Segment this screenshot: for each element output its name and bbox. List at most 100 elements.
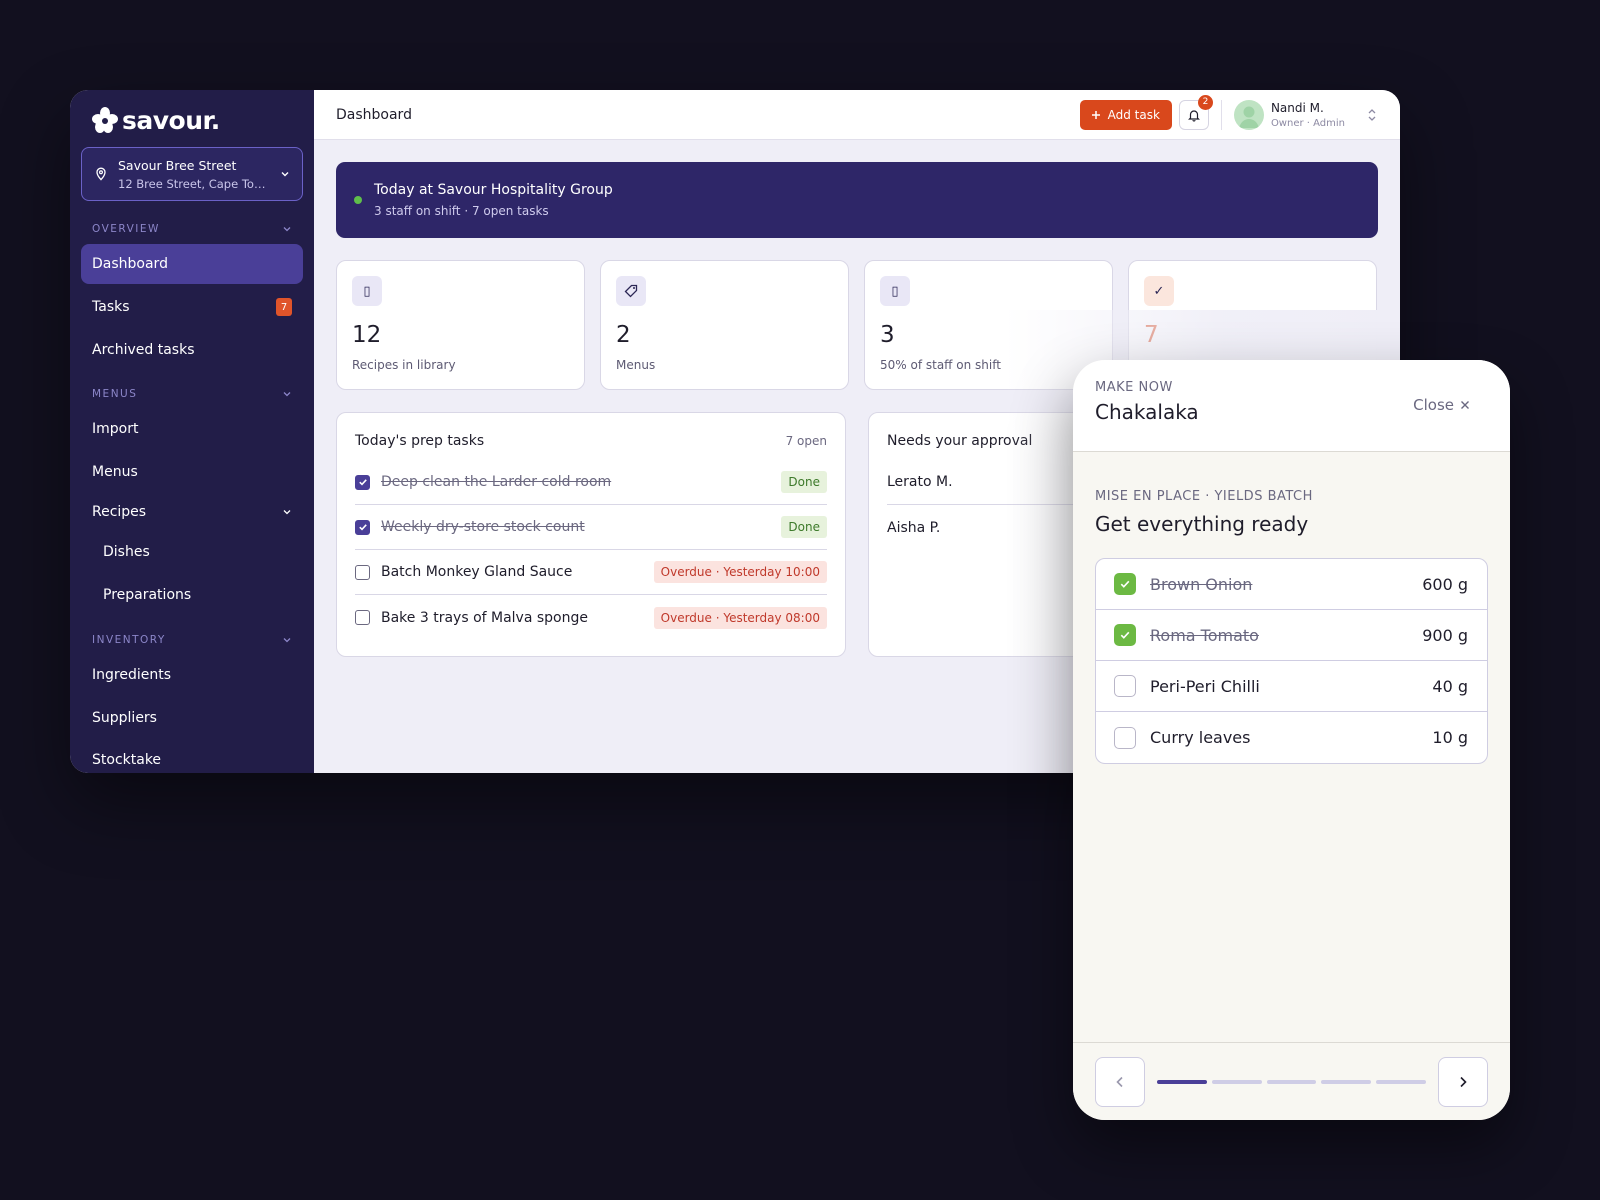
stat-value: 12 [352,322,382,348]
today-banner: Today at Savour Hospitality Group 3 staf… [336,162,1378,238]
stat-value: 2 [616,322,631,348]
status-badge: Done [781,516,827,538]
sidebar-item-menus[interactable]: Menus [81,452,303,492]
sidebar-item-stocktake[interactable]: Stocktake [81,740,303,773]
section-overview-label: OVERVIEW [92,223,160,235]
logo-text: savour. [122,105,220,135]
ingredient-checkbox[interactable] [1114,726,1136,749]
page-title: Dashboard [336,106,412,123]
status-dot [354,196,362,204]
user-menu[interactable]: Nandi M. Owner · Admin [1233,99,1378,130]
check-icon [1120,631,1130,639]
location-selector[interactable]: Savour Bree Street 12 Bree Street, Cape … [81,147,303,201]
stat-value: 7 [1144,322,1159,348]
approval-name: Aisha P. [887,519,941,536]
ingredient-row[interactable]: Peri-Peri Chilli 40 g [1096,661,1487,712]
task-row[interactable]: Batch Monkey Gland Sauce Overdue · Yeste… [355,550,827,595]
task-checkbox[interactable] [355,519,370,535]
panel-title: Needs your approval [887,433,1033,449]
section-inventory-header[interactable]: INVENTORY [81,631,303,649]
user-avatar-icon [1238,106,1259,128]
drawer-eyebrow: MAKE NOW [1095,380,1173,395]
sidebar-item-archived-tasks[interactable]: Archived tasks [81,330,303,370]
check-icon [358,524,367,531]
ingredient-row[interactable]: Curry leaves 10 g [1096,712,1487,763]
task-text: Batch Monkey Gland Sauce [381,564,573,580]
chevron-right-icon [1460,1076,1467,1087]
stat-card-menus[interactable]: 2 Menus [600,260,849,390]
notifications-button[interactable]: 2 [1178,94,1213,130]
check-icon [1120,580,1130,588]
previous-step-button[interactable] [1095,1056,1145,1107]
sidebar-item-tasks[interactable]: Tasks 7 [81,287,303,327]
ingredient-checkbox[interactable] [1114,624,1136,646]
ingredient-name: Brown Onion [1150,574,1253,594]
next-step-button[interactable] [1438,1056,1488,1107]
plus-icon [1091,110,1100,119]
ingredient-row[interactable]: Brown Onion 600 g [1096,559,1487,610]
stat-label: Recipes in library [352,358,456,372]
chevron-left-icon [1116,1076,1123,1087]
progress-segment [1321,1079,1372,1084]
task-row[interactable]: Deep clean the Larder cold room Done [355,460,827,505]
task-row[interactable]: Bake 3 trays of Malva sponge Overdue · Y… [355,595,827,640]
section-menus-header[interactable]: MENUS [81,385,303,403]
step-progress [1145,1079,1438,1084]
ingredient-name: Curry leaves [1150,728,1251,747]
drawer-header: MAKE NOW Chakalaka Close [1073,360,1510,452]
task-checkbox[interactable] [355,474,370,490]
sidebar-item-preparations[interactable]: Preparations [81,575,303,615]
add-task-button[interactable]: Add task [1079,99,1172,130]
user-role: Owner · Admin [1270,117,1345,129]
check-icon [358,479,367,486]
ingredient-qty: 10 g [1432,728,1468,747]
close-button[interactable]: Close [1413,396,1470,414]
map-pin-icon [96,167,106,181]
close-icon [1461,401,1469,409]
task-text: Weekly dry-store stock count [381,519,585,535]
tag-icon [616,276,646,306]
ingredient-row[interactable]: Roma Tomato 900 g [1096,610,1487,661]
user-name: Nandi M. [1270,100,1324,115]
sidebar-item-label: Dishes [103,544,150,560]
sidebar-item-dashboard[interactable]: Dashboard [81,244,303,284]
step-title: Get everything ready [1095,512,1309,536]
topbar: Dashboard Add task 2 Nandi M. Owner · Ad… [314,90,1400,140]
sidebar: savour. Savour Bree Street 12 Bree Stree… [70,90,314,773]
sidebar-item-import[interactable]: Import [81,409,303,449]
step-eyebrow: MISE EN PLACE · YIELDS BATCH [1095,489,1313,504]
sidebar-item-dishes[interactable]: Dishes [81,532,303,572]
stat-label: 50% of staff on shift [880,358,1001,372]
sidebar-item-label: Recipes [92,504,147,520]
ingredient-checkbox[interactable] [1114,675,1136,697]
chevron-up-down-icon [1368,108,1376,121]
location-name: Savour Bree Street [118,157,237,173]
tasks-count-badge: 7 [276,298,292,316]
chevron-down-icon [283,510,291,515]
sidebar-item-recipes[interactable]: Recipes [81,492,303,532]
ingredient-name: Peri-Peri Chilli [1150,676,1260,696]
sidebar-item-label: Tasks [92,299,130,315]
logo-mark-icon [92,107,118,133]
ingredient-qty: 900 g [1422,625,1468,645]
progress-segment [1376,1079,1426,1084]
sidebar-item-label: Suppliers [92,710,157,726]
task-checkbox[interactable] [355,610,370,625]
ingredient-name: Roma Tomato [1150,625,1259,645]
section-overview-header[interactable]: OVERVIEW [81,220,303,238]
stat-card-recipes[interactable]: ▯ 12 Recipes in library [336,260,585,390]
ingredient-qty: 40 g [1432,676,1468,696]
chevron-down-icon [283,392,291,397]
task-checkbox[interactable] [355,564,370,580]
task-text: Bake 3 trays of Malva sponge [381,609,588,626]
task-row[interactable]: Weekly dry-store stock count Done [355,505,827,550]
sidebar-item-ingredients[interactable]: Ingredients [81,655,303,695]
progress-segment [1266,1079,1317,1084]
ingredient-checkbox[interactable] [1114,573,1136,595]
logo[interactable]: savour. [92,105,303,135]
sidebar-item-suppliers[interactable]: Suppliers [81,698,303,738]
section-inventory-label: INVENTORY [92,634,166,646]
open-count: 7 open [785,434,827,448]
panel-title: Today's prep tasks [355,433,485,449]
sidebar-item-label: Import [92,421,139,437]
